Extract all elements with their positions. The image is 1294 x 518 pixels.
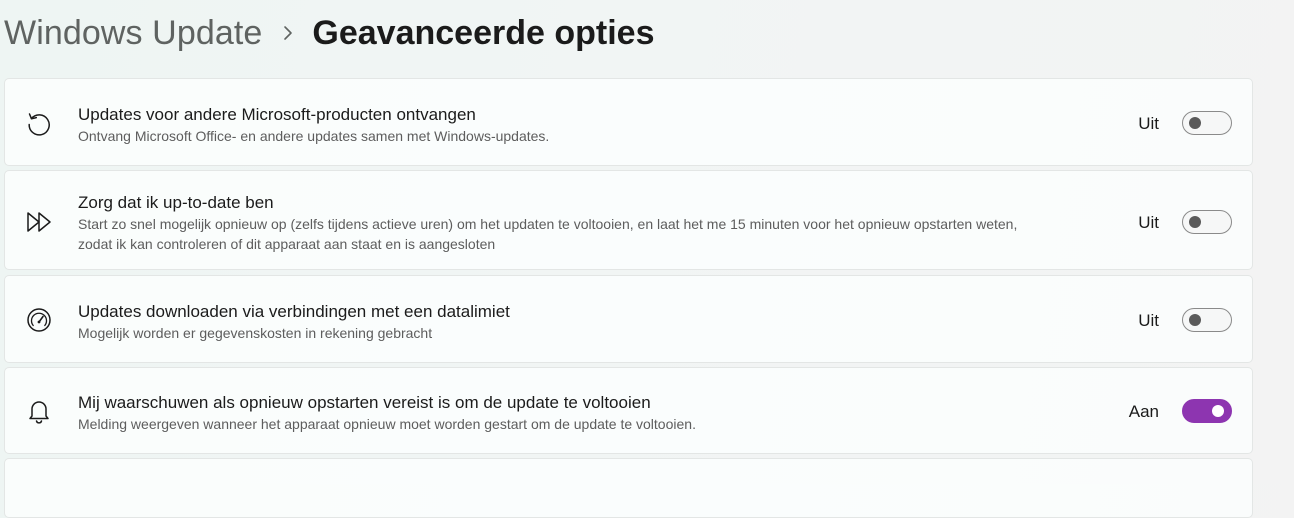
setting-card-metered[interactable]: Updates downloaden via verbindingen met …	[4, 275, 1253, 363]
toggle-state-label: Uit	[1138, 311, 1159, 330]
toggle-knob	[1212, 405, 1224, 417]
toggle-knob	[1189, 314, 1201, 326]
setting-description: Melding weergeven wanneer het apparaat o…	[78, 416, 696, 432]
metered-connection-toggle[interactable]	[1182, 308, 1232, 332]
setting-card-other-products[interactable]: Updates voor andere Microsoft-producten …	[4, 78, 1253, 166]
page-title: Geavanceerde opties	[312, 13, 655, 52]
restart-notify-toggle[interactable]	[1182, 399, 1232, 423]
toggle-knob	[1189, 117, 1201, 129]
refresh-icon	[25, 109, 53, 137]
toggle-state-label: Aan	[1128, 402, 1159, 421]
setting-title: Updates downloaden via verbindingen met …	[78, 302, 510, 321]
setting-description: Ontvang Microsoft Office- en andere upda…	[78, 128, 550, 144]
chevron-right-icon	[278, 23, 298, 43]
setting-description-line1: Start zo snel mogelijk opnieuw op (zelfs…	[78, 216, 1018, 232]
setting-title: Updates voor andere Microsoft-producten …	[78, 105, 476, 124]
setting-title: Zorg dat ik up-to-date ben	[78, 193, 274, 212]
setting-description-line2: zodat ik kan controleren of dit apparaat…	[78, 236, 496, 252]
toggle-state-label: Uit	[1138, 114, 1159, 133]
setting-card-restart-notify[interactable]: Mij waarschuwen als opnieuw opstarten ve…	[4, 367, 1253, 454]
toggle-state-label: Uit	[1138, 213, 1159, 232]
fast-forward-icon	[25, 208, 53, 236]
breadcrumb-windows-update[interactable]: Windows Update	[4, 14, 262, 53]
speedometer-icon	[25, 306, 53, 334]
toggle-knob	[1189, 216, 1201, 228]
up-to-date-toggle[interactable]	[1182, 210, 1232, 234]
setting-card-up-to-date[interactable]: Zorg dat ik up-to-date ben Start zo snel…	[4, 170, 1253, 270]
setting-description: Mogelijk worden er gegevenskosten in rek…	[78, 325, 433, 341]
setting-title: Mij waarschuwen als opnieuw opstarten ve…	[78, 393, 651, 412]
other-products-toggle[interactable]	[1182, 111, 1232, 135]
breadcrumb: Windows Update Geavanceerde opties	[4, 10, 654, 56]
setting-card-partial[interactable]	[4, 458, 1253, 518]
bell-icon	[25, 397, 53, 425]
